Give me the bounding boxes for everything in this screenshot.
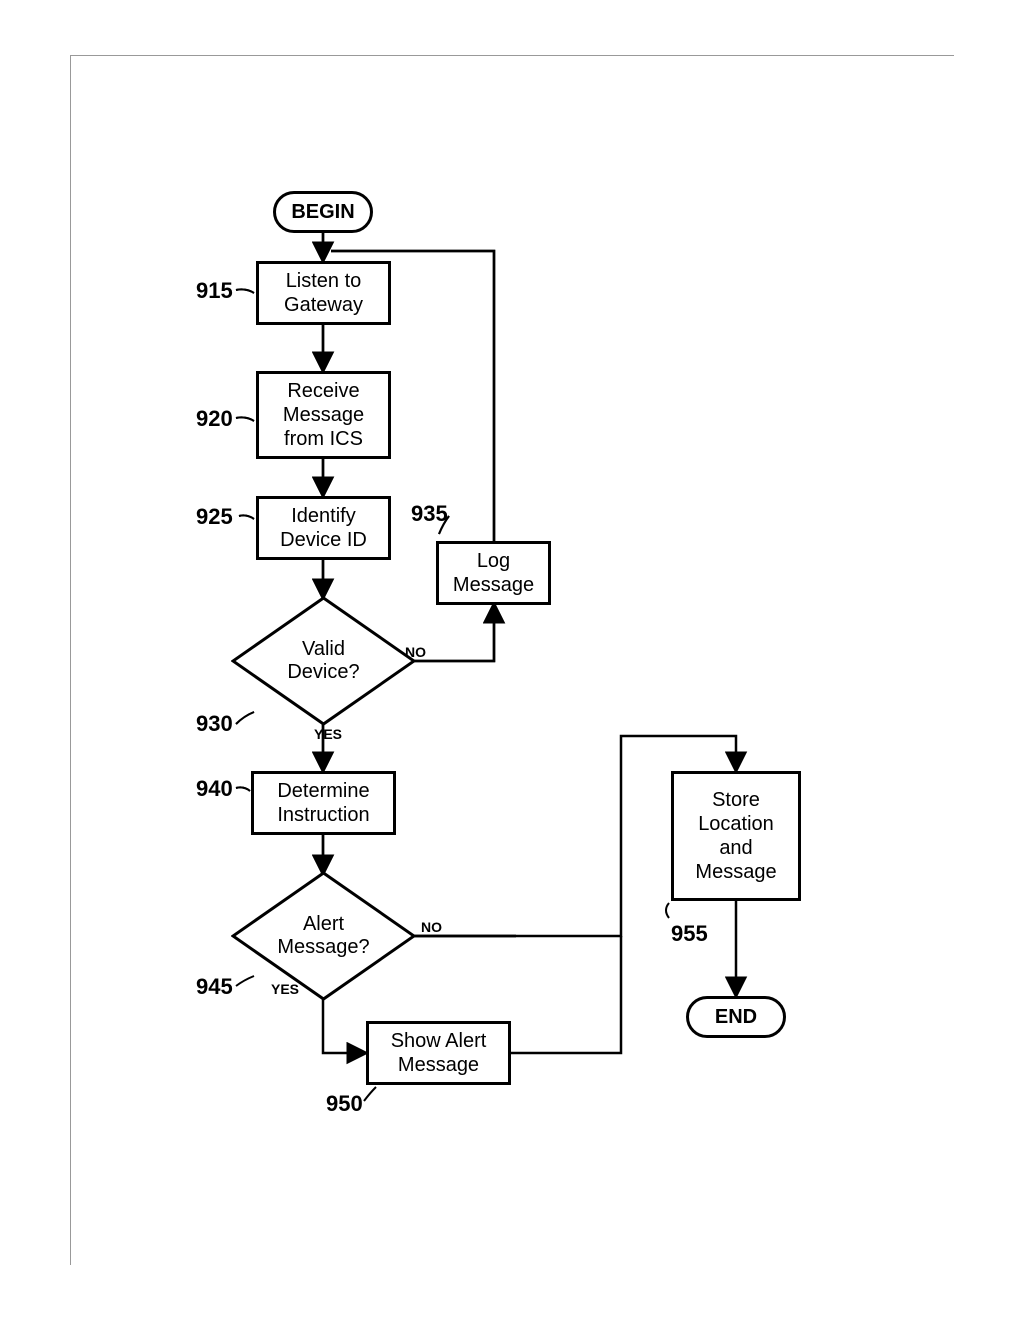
flag-945-no-redrawn: NO xyxy=(421,919,442,935)
process-940-top: Determine Instruction xyxy=(251,771,396,835)
terminator-end-redrawn: END xyxy=(686,996,786,1038)
ref-930-top: 930 xyxy=(196,711,233,737)
patent-page: Patent Application Publication Mar. 12, … xyxy=(70,55,954,1265)
page-header: Patent Application Publication Mar. 12, … xyxy=(71,56,953,98)
decision-945-top: Alert Message? xyxy=(231,871,416,1001)
header-publication-type: Patent Application Publication xyxy=(91,66,336,86)
ref-925-top: 925 xyxy=(196,504,233,530)
ref-955-redrawn: 955 xyxy=(671,921,708,947)
flag-930-no-top: NO xyxy=(405,644,426,660)
ref-950-redrawn: 950 xyxy=(326,1091,363,1117)
header-center: Mar. 12, 2009 Sheet 9 of 11 xyxy=(398,66,626,86)
figure-label: FIG. 9 xyxy=(465,1135,559,1174)
process-950-redrawn: Show Alert Message xyxy=(366,1021,511,1085)
decision-945-text-top: Alert Message? xyxy=(231,871,416,1001)
decision-930-top: Valid Device? xyxy=(231,596,416,726)
flag-930-yes-top: YES xyxy=(314,726,342,742)
decision-930-text-top: Valid Device? xyxy=(231,596,416,726)
header-sheet: Sheet 9 of 11 xyxy=(522,66,626,85)
process-915-top: Listen to Gateway xyxy=(256,261,391,325)
ref-935-top: 935 xyxy=(411,501,448,527)
process-955-redrawn: Store Location and Message xyxy=(671,771,801,901)
process-935-top: Log Message xyxy=(436,541,551,605)
header-pubnum: US 2009/0069954 A1 xyxy=(770,66,933,86)
flow-arrows xyxy=(71,56,955,1266)
process-920-top: Receive Message from ICS xyxy=(256,371,391,459)
ref-940-top: 940 xyxy=(196,776,233,802)
ref-920-top: 920 xyxy=(196,406,233,432)
terminator-begin-top: BEGIN xyxy=(273,191,373,233)
process-925-top: Identify Device ID xyxy=(256,496,391,560)
ref-915-top: 915 xyxy=(196,278,233,304)
header-date: Mar. 12, 2009 xyxy=(398,66,503,85)
flow-arrows-clean xyxy=(71,56,955,1266)
flow-arrows-main xyxy=(71,56,955,1266)
flow-arrows-right xyxy=(71,56,955,1266)
ref-945-redrawn: 945 xyxy=(196,974,233,1000)
